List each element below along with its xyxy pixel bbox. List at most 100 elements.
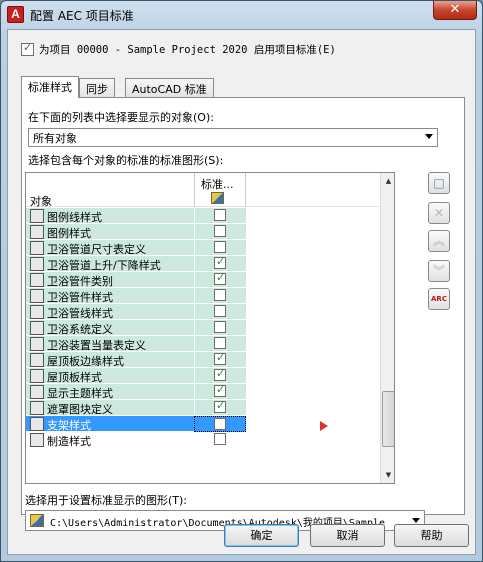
row-object-cell[interactable]: 卫浴系统定义 xyxy=(26,320,194,336)
list-row[interactable]: 卫浴装置当量表定义 xyxy=(26,336,380,352)
close-button[interactable]: ✕ xyxy=(433,1,477,20)
standard-checkbox[interactable] xyxy=(214,225,226,237)
list-row[interactable]: 卫浴管道尺寸表定义 xyxy=(26,240,380,256)
row-object-cell[interactable]: 卫浴管线样式 xyxy=(26,304,194,320)
list-row[interactable]: 屋顶板样式 xyxy=(26,367,380,384)
row-object-name: 卫浴装置当量表定义 xyxy=(47,339,146,352)
tab-standard-styles[interactable]: 标准样式 xyxy=(21,76,79,98)
standard-checkbox[interactable] xyxy=(214,418,226,430)
row-standard-cell[interactable] xyxy=(194,351,246,368)
row-standard-cell[interactable] xyxy=(194,208,246,224)
row-filler xyxy=(246,384,380,400)
arc-button[interactable]: ARC xyxy=(428,288,450,310)
standard-checkbox[interactable] xyxy=(214,321,226,333)
row-standard-cell[interactable] xyxy=(194,288,246,304)
list-row[interactable]: 卫浴管件类别 xyxy=(26,271,380,288)
row-object-cell[interactable]: 图例线样式 xyxy=(26,208,194,224)
pointer-arrow-icon xyxy=(320,421,328,431)
standard-checkbox[interactable] xyxy=(214,305,226,317)
standard-checkbox[interactable] xyxy=(214,241,226,253)
move-down-button[interactable]: ︾ xyxy=(428,260,450,282)
title-bar[interactable]: A 配置 AEC 项目标准 ✕ xyxy=(1,1,482,29)
row-standard-cell[interactable] xyxy=(194,320,246,336)
row-object-name: 支架样式 xyxy=(47,419,91,432)
list-row[interactable]: 制造样式 xyxy=(26,432,380,448)
help-button[interactable]: 帮助 xyxy=(394,524,469,547)
standard-checkbox[interactable] xyxy=(214,289,226,301)
row-object-cell[interactable]: 卫浴管道上升/下降样式 xyxy=(26,256,194,272)
list-row[interactable]: 遮罩图块定义 xyxy=(26,399,380,416)
row-object-cell[interactable]: 卫浴管件样式 xyxy=(26,288,194,304)
standard-checkbox[interactable] xyxy=(214,351,226,365)
remove-standard-drawing-button[interactable]: ✕ xyxy=(428,202,450,224)
list-row[interactable]: 卫浴系统定义 xyxy=(26,320,380,336)
row-object-cell[interactable]: 卫浴管道尺寸表定义 xyxy=(26,240,194,256)
list-row[interactable]: 卫浴管线样式 xyxy=(26,304,380,320)
row-object-cell[interactable]: 制造样式 xyxy=(26,432,194,448)
row-filler xyxy=(246,288,380,304)
row-object-name: 屋顶板样式 xyxy=(47,371,102,384)
cancel-button[interactable]: 取消 xyxy=(310,524,385,547)
row-standard-cell[interactable] xyxy=(194,432,246,448)
scroll-thumb[interactable] xyxy=(382,391,394,447)
enable-standards-checkbox[interactable] xyxy=(21,41,34,56)
list-row[interactable]: 图例线样式 xyxy=(26,208,380,224)
row-object-cell[interactable]: 卫浴装置当量表定义 xyxy=(26,336,194,352)
row-object-cell[interactable]: 显示主题样式 xyxy=(26,384,194,400)
standard-checkbox[interactable] xyxy=(214,399,226,413)
row-filler xyxy=(246,336,380,352)
row-standard-cell[interactable] xyxy=(194,271,246,288)
row-object-cell[interactable]: 卫浴管件类别 xyxy=(26,272,194,288)
standard-checkbox[interactable] xyxy=(214,367,226,381)
row-object-name: 图例样式 xyxy=(47,227,91,240)
standard-checkbox[interactable] xyxy=(214,271,226,285)
standard-checkbox[interactable] xyxy=(214,209,226,221)
standard-checkbox[interactable] xyxy=(214,383,226,397)
add-standard-drawing-button[interactable]: □ xyxy=(428,172,450,194)
row-object-cell[interactable]: 屋顶板样式 xyxy=(26,368,194,384)
list-row[interactable]: 图例样式 xyxy=(26,224,380,240)
row-object-cell[interactable]: 遮罩图块定义 xyxy=(26,400,194,416)
row-standard-cell[interactable] xyxy=(194,224,246,240)
row-object-name: 屋顶板边缘样式 xyxy=(47,355,124,368)
row-standard-cell[interactable] xyxy=(194,367,246,384)
standard-checkbox[interactable] xyxy=(214,255,226,269)
standard-checkbox[interactable] xyxy=(214,337,226,349)
move-up-button[interactable]: ︽ xyxy=(428,230,450,252)
row-standard-cell[interactable] xyxy=(194,399,246,416)
tab-autocad-standards[interactable]: AutoCAD 标准 xyxy=(125,78,214,98)
column-header-object[interactable]: 对象 xyxy=(30,193,52,209)
row-object-cell[interactable]: 图例样式 xyxy=(26,224,194,240)
standards-list[interactable]: 对象 标准... 图例线样式图例样式卫浴管道尺寸表定义卫浴管道上升/下降样式卫浴… xyxy=(25,172,395,484)
fabrication-icon xyxy=(30,433,44,447)
row-object-name: 卫浴管线样式 xyxy=(47,307,113,320)
row-standard-cell[interactable] xyxy=(194,383,246,400)
row-standard-cell[interactable] xyxy=(194,255,246,272)
row-object-name: 卫浴管道尺寸表定义 xyxy=(47,243,146,256)
tab-synchronization[interactable]: 同步 xyxy=(79,78,115,98)
row-standard-cell[interactable] xyxy=(194,304,246,320)
list-row[interactable]: 显示主题样式 xyxy=(26,383,380,400)
standard-checkbox[interactable] xyxy=(214,433,226,445)
dialog-body: 为项目 00000 - Sample Project 2020 启用项目标准(E… xyxy=(7,29,476,555)
arc-icon: ARC xyxy=(431,295,447,303)
column-header-standard[interactable]: 标准... xyxy=(194,173,246,207)
row-object-cell[interactable]: 屋顶板边缘样式 xyxy=(26,352,194,368)
row-standard-cell[interactable] xyxy=(194,240,246,256)
vertical-scrollbar[interactable]: ▲ ▼ xyxy=(380,173,394,483)
add-drawing-icon: □ xyxy=(433,176,445,190)
row-standard-cell[interactable] xyxy=(194,416,246,432)
object-select-dropdown[interactable]: 所有对象 xyxy=(28,128,438,147)
dialog-window: A 配置 AEC 项目标准 ✕ 为项目 00000 - Sample Proje… xyxy=(0,0,483,562)
table-icon xyxy=(30,241,44,255)
row-object-name: 卫浴管件类别 xyxy=(47,275,113,288)
row-standard-cell[interactable] xyxy=(194,336,246,352)
list-row[interactable]: 屋顶板边缘样式 xyxy=(26,351,380,368)
row-object-cell[interactable]: 支架样式 xyxy=(26,416,194,432)
ok-button[interactable]: 确定 xyxy=(224,524,299,547)
scroll-up-icon[interactable]: ▲ xyxy=(381,173,394,189)
list-header: 对象 标准... xyxy=(26,173,380,209)
list-row[interactable]: 卫浴管道上升/下降样式 xyxy=(26,255,380,272)
scroll-down-icon[interactable]: ▼ xyxy=(381,467,394,483)
list-row[interactable]: 卫浴管件样式 xyxy=(26,288,380,304)
